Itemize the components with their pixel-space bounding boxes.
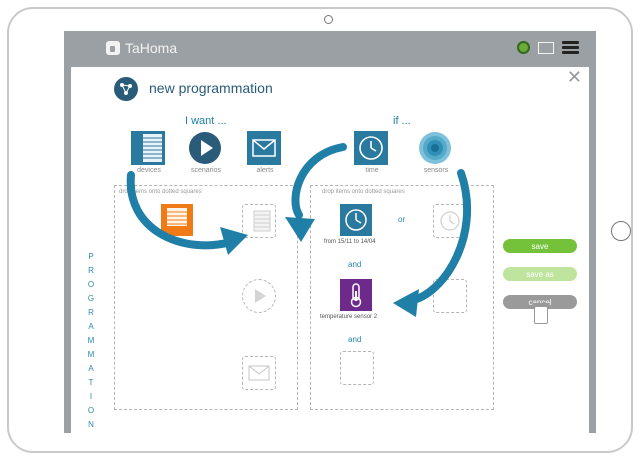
- top-bar: TaHoma: [64, 31, 596, 67]
- envelope-icon: [247, 131, 281, 165]
- programmation-vertical-label: PROGRAMMATION: [81, 252, 101, 429]
- menu-icon[interactable]: [562, 41, 579, 54]
- vertical-letter: R: [88, 308, 94, 317]
- condition-drop-slot[interactable]: [340, 351, 374, 385]
- sensors-label: sensors: [423, 167, 449, 174]
- time-item[interactable]: time: [354, 131, 390, 177]
- vertical-letter: M: [87, 350, 95, 359]
- devices-label: devices: [137, 167, 161, 174]
- vertical-letter: I: [89, 392, 93, 401]
- conditions-drop-hint: drop items onto dotted squares: [322, 189, 405, 195]
- sensor-alt-drop-slot[interactable]: [433, 279, 467, 313]
- device-drop-slot[interactable]: [242, 204, 276, 238]
- shutter-icon: [131, 131, 165, 165]
- alerts-label: alerts: [256, 167, 274, 174]
- shutter-ghost-icon: [253, 210, 271, 232]
- vertical-letter: R: [88, 266, 94, 275]
- sensor-waves-icon: [418, 131, 452, 165]
- temperature-sensor-icon[interactable]: [340, 279, 372, 311]
- vertical-letter: A: [88, 322, 94, 331]
- vertical-letter: G: [87, 294, 95, 303]
- devices-item[interactable]: devices: [131, 131, 167, 177]
- shutter-device-icon[interactable]: [161, 204, 193, 236]
- scenarios-item[interactable]: scenarios: [188, 131, 224, 177]
- and-label-1: and: [348, 260, 362, 269]
- vertical-letter: O: [87, 406, 95, 415]
- trash-icon[interactable]: [533, 303, 549, 324]
- vertical-letter: O: [87, 280, 95, 289]
- app-logo: TaHoma: [106, 40, 177, 56]
- clock-icon: [354, 131, 388, 165]
- logo-text: TaHoma: [125, 40, 178, 56]
- save-button[interactable]: save: [503, 239, 577, 253]
- vertical-letter: P: [88, 252, 94, 261]
- sensor-label: temperature sensor 2: [320, 314, 378, 320]
- time-label: time: [365, 167, 379, 174]
- house-icon: [106, 41, 120, 55]
- vertical-letter: M: [87, 336, 95, 345]
- play-icon: [188, 131, 222, 165]
- mail-icon[interactable]: [538, 41, 554, 54]
- time-range-label: from 15/11 to 14/04: [324, 239, 376, 245]
- or-label: or: [398, 215, 406, 224]
- time-condition-icon[interactable]: [340, 204, 372, 236]
- page-title: new programmation: [149, 80, 273, 96]
- scenario-drop-slot[interactable]: [242, 279, 276, 313]
- vertical-letter: T: [88, 378, 94, 387]
- play-ghost-icon: [255, 289, 266, 303]
- sensors-item[interactable]: sensors: [418, 131, 454, 177]
- scenarios-label: scenarios: [191, 167, 221, 174]
- home-button[interactable]: [611, 221, 631, 241]
- clock-ghost-icon: [440, 211, 460, 231]
- top-icons: [517, 41, 579, 54]
- time-alt-drop-slot[interactable]: [433, 204, 467, 238]
- save-as-button[interactable]: save as: [503, 267, 577, 281]
- programmation-modal: ✕ new programmation I want ... if ... de…: [71, 67, 589, 433]
- and-label-2: and: [348, 335, 362, 344]
- alert-drop-slot[interactable]: [242, 356, 276, 390]
- vertical-letter: A: [88, 364, 94, 373]
- close-icon[interactable]: ✕: [567, 67, 582, 88]
- envelope-ghost-icon: [248, 365, 270, 381]
- if-label: if ...: [393, 115, 411, 127]
- alerts-item[interactable]: alerts: [247, 131, 283, 177]
- actions-drop-hint: drop items onto dotted squares: [119, 189, 202, 195]
- vertical-letter: N: [88, 420, 94, 429]
- i-want-label: I want ...: [185, 115, 227, 127]
- app-screen: TaHoma ✕ new programmation I want ... if…: [64, 31, 596, 433]
- user-status-icon[interactable]: [517, 41, 530, 54]
- camera-icon: [324, 15, 333, 24]
- network-icon: [114, 77, 138, 101]
